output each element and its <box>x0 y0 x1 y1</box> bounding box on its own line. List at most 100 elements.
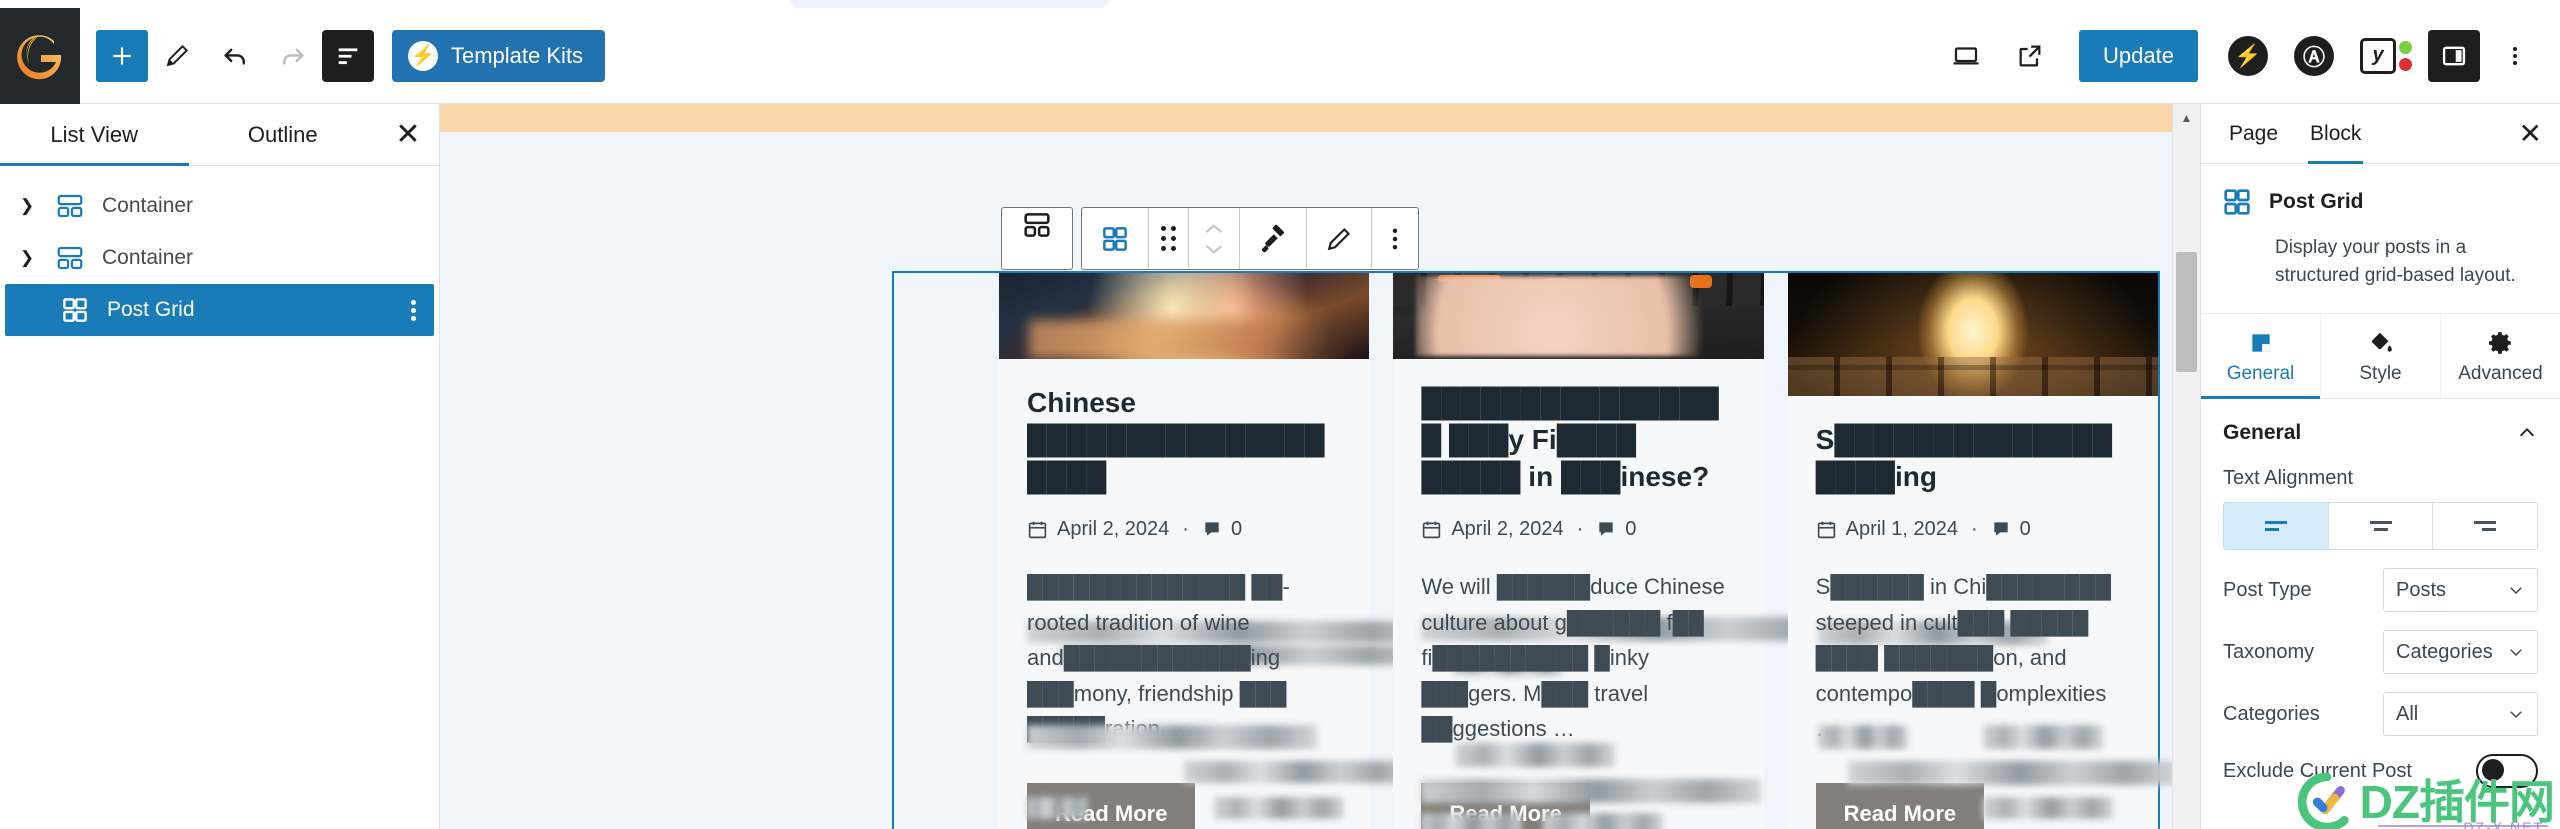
general-section-header[interactable]: General <box>2201 399 2560 461</box>
keyboard-keycaps-decor <box>1393 273 1763 359</box>
list-view-tabs: List View Outline ✕ <box>0 104 439 166</box>
style-brush-button[interactable] <box>1240 208 1307 269</box>
tab-list-view[interactable]: List View <box>0 104 189 166</box>
chevron-up-icon[interactable] <box>2516 422 2538 444</box>
tree-item-container-2[interactable]: ❯ Container <box>0 232 439 284</box>
taxonomy-field: Taxonomy Categories <box>2201 612 2560 675</box>
list-view-panel: List View Outline ✕ ❯ Container ❯ Contai… <box>0 104 440 829</box>
browser-chrome-strip <box>0 0 2560 8</box>
scroll-up-arrow-icon[interactable]: ▲ <box>2173 104 2200 132</box>
list-view-button[interactable] <box>322 29 374 82</box>
post-title[interactable]: Chinese ███████████████████ <box>1027 385 1341 496</box>
astra-icon[interactable]: Ⓐ <box>2294 35 2334 76</box>
edit-pencil-button[interactable] <box>1307 208 1372 269</box>
post-title[interactable]: ████████████████ ███y Fi████ █████ in ██… <box>1421 385 1735 496</box>
align-right-button[interactable] <box>2432 502 2539 551</box>
read-more-button[interactable]: Read More <box>1421 783 1590 829</box>
tree-item-options-icon[interactable] <box>411 299 434 321</box>
tab-page[interactable]: Page <box>2219 104 2288 163</box>
text-alignment-field: Text Alignment <box>2201 461 2560 551</box>
post-meta: April 2, 2024 · 0 <box>1027 518 1341 541</box>
select-parent-button[interactable] <box>1001 207 1073 270</box>
block-options-button[interactable] <box>1372 208 1418 269</box>
template-kits-label: Template Kits <box>451 42 584 68</box>
taxonomy-select[interactable]: Categories <box>2383 630 2538 675</box>
more-options-button[interactable] <box>2486 27 2544 85</box>
undo-button[interactable] <box>206 27 264 85</box>
post-card[interactable]: S██████████████████ing April 1, 2024 · 0… <box>1787 273 2178 829</box>
post-title[interactable]: S██████████████████ing <box>1816 422 2130 496</box>
chevron-right-icon[interactable]: ❯ <box>6 196 48 216</box>
close-settings-icon[interactable]: ✕ <box>2519 117 2560 150</box>
taxonomy-label: Taxonomy <box>2223 640 2315 663</box>
align-left-icon <box>2264 521 2287 532</box>
post-card-body: Chinese ███████████████████ April 2, 202… <box>999 359 1437 829</box>
post-card-body: S██████████████████ing April 1, 2024 · 0… <box>1788 396 2178 829</box>
exclude-current-post-label: Exclude Current Post <box>2223 759 2412 782</box>
exclude-current-post-toggle[interactable] <box>2476 754 2538 789</box>
close-list-view-icon[interactable]: ✕ <box>377 104 439 165</box>
categories-field: Categories All <box>2201 674 2560 737</box>
align-center-button[interactable] <box>2327 502 2434 551</box>
post-featured-image <box>1393 273 1764 360</box>
scrollbar-thumb[interactable] <box>2176 252 2197 372</box>
yoast-seo-icon[interactable]: y <box>2360 37 2412 74</box>
post-grid-block-icon <box>53 295 97 325</box>
redaction-overlay <box>1184 761 1414 783</box>
block-toolbar <box>1001 207 1419 270</box>
tab-block[interactable]: Block <box>2300 104 2371 164</box>
settings-sidebar-button[interactable] <box>2428 29 2480 82</box>
view-post-button[interactable] <box>2001 27 2059 85</box>
tab-style[interactable]: Style <box>2321 314 2441 399</box>
update-button[interactable]: Update <box>2079 29 2198 82</box>
comment-icon <box>1993 522 2008 537</box>
selected-block-name: Post Grid <box>2269 190 2364 213</box>
tree-item-container-1[interactable]: ❯ Container <box>0 180 439 232</box>
calendar-icon <box>1423 521 1441 539</box>
drag-handle-button[interactable] <box>1149 208 1189 269</box>
add-block-button[interactable] <box>96 29 148 82</box>
post-excerpt: S██████ in Chi████████ steeped in cult██… <box>1815 573 2111 742</box>
post-featured-image <box>999 273 1370 360</box>
redo-button[interactable] <box>264 27 322 85</box>
selected-block-card: Post Grid Display your posts in a struct… <box>2201 164 2560 315</box>
align-right-icon <box>2474 521 2497 532</box>
taxonomy-value: Categories <box>2396 640 2493 663</box>
canvas-scrollbar[interactable]: ▲ <box>2172 104 2200 829</box>
site-icon-button[interactable] <box>0 7 80 104</box>
block-type-button[interactable] <box>1082 208 1149 269</box>
yoast-logo-box: y <box>2360 37 2396 74</box>
read-more-button[interactable]: Read More <box>1815 783 1985 829</box>
edit-tool-button[interactable] <box>148 27 206 85</box>
meta-separator: · <box>1182 517 1189 540</box>
tree-item-post-grid[interactable]: Post Grid <box>5 284 434 336</box>
post-type-select[interactable]: Posts <box>2383 568 2538 613</box>
preview-device-button[interactable] <box>1937 27 1995 85</box>
categories-select[interactable]: All <box>2383 692 2538 737</box>
selected-block-header: Post Grid <box>2221 186 2540 224</box>
post-card[interactable]: Chinese ███████████████████ April 2, 202… <box>999 273 1437 829</box>
container-block-icon <box>48 243 92 273</box>
redaction-overlay <box>1214 797 1344 819</box>
template-kits-button[interactable]: ⚡ Template Kits <box>392 29 606 82</box>
post-grid-block[interactable]: Chinese ███████████████████ April 2, 202… <box>892 271 2178 829</box>
tab-outline[interactable]: Outline <box>189 104 378 165</box>
gutenverse-bolt-icon[interactable]: ⚡ <box>2228 35 2268 76</box>
container-block-icon <box>48 191 92 221</box>
align-left-button[interactable] <box>2223 502 2329 551</box>
header-left-tools: ⚡ Template Kits <box>80 27 606 85</box>
list-view-icon <box>338 47 358 64</box>
chevron-down-icon[interactable]: ❯ <box>6 248 48 268</box>
yoast-seo-dot <box>2399 57 2412 71</box>
move-block-buttons[interactable] <box>1189 208 1240 269</box>
post-card[interactable]: ████████████████ ███y Fi████ █████ in ██… <box>1393 273 1872 829</box>
post-grid-columns: Chinese ███████████████████ April 2, 202… <box>894 273 2178 829</box>
settings-tabs: Page Block ✕ <box>2201 104 2560 164</box>
post-comment-count: 0 <box>1230 517 1243 540</box>
read-more-button[interactable]: Read More <box>1027 783 1196 829</box>
tab-general[interactable]: General <box>2201 314 2321 400</box>
meta-separator: · <box>1576 517 1584 540</box>
desktop-preview-icon <box>1953 46 1979 64</box>
post-excerpt: We will ██████duce Chinese culture about… <box>1421 573 1725 742</box>
tab-advanced[interactable]: Advanced <box>2441 314 2560 398</box>
